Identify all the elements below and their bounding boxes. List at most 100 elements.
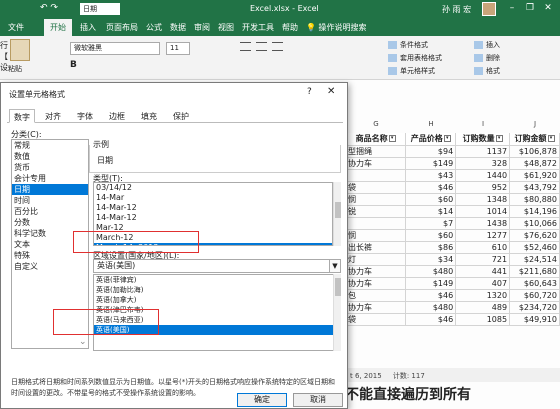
type-item[interactable]: 14-Mar-12 [94,213,332,223]
category-item[interactable]: 货币 [12,162,88,173]
category-item[interactable]: 常规 [12,140,88,151]
quick-access-icons[interactable]: ↶ ↷ [40,3,58,13]
header-cell[interactable]: 商品名称 ▾ [346,133,407,146]
tab-alignment[interactable]: 对齐 [41,109,65,123]
table-cell[interactable]: $234,720 [509,301,560,314]
table-cell[interactable]: $149 [405,277,457,290]
tab-insert[interactable]: 插入 [80,22,96,33]
tab-help[interactable]: 帮助 [282,22,298,33]
chevron-down-icon[interactable]: ▼ [329,260,340,272]
help-button[interactable]: ? [307,87,312,97]
ok-button[interactable]: 确定 [237,393,287,407]
align-left-icon[interactable] [240,42,251,51]
table-cell[interactable]: $61,920 [509,169,560,182]
header-cell[interactable]: 订购数量 ▾ [455,133,511,146]
table-cell[interactable]: $49,910 [509,313,560,326]
table-cell[interactable]: 包 [346,289,407,302]
type-item[interactable]: 03/14/12 [94,183,332,193]
table-cell[interactable]: $46 [405,313,457,326]
table-cell[interactable]: $52,460 [509,241,560,254]
table-cell[interactable]: 1320 [455,289,511,302]
table-cell[interactable]: $14,196 [509,205,560,218]
locale-item[interactable]: 英语(加勒比海) [94,285,340,295]
table-cell[interactable]: 952 [455,181,511,194]
table-cell[interactable] [346,169,407,182]
table-cell[interactable]: $43 [405,169,457,182]
align-right-icon[interactable] [272,42,283,51]
table-cell[interactable]: $480 [405,265,457,278]
table-cell[interactable]: $76,620 [509,229,560,242]
tab-fill[interactable]: 填充 [137,109,161,123]
locale-select[interactable]: 英语(美国) ▼ [93,259,341,273]
tab-page-layout[interactable]: 页面布局 [106,22,138,33]
category-item[interactable]: 会计专用 [12,173,88,184]
tab-font[interactable]: 字体 [73,109,97,123]
table-cell[interactable]: 1348 [455,193,511,206]
bold-button[interactable]: B [70,60,77,70]
table-cell[interactable]: 1137 [455,145,511,158]
font-size-select[interactable]: 11 [166,42,190,55]
table-cell[interactable]: $106,878 [509,145,560,158]
table-cell[interactable]: 灯 [346,253,407,266]
table-cell[interactable]: 721 [455,253,511,266]
tab-number[interactable]: 数字 [9,109,35,123]
table-cell[interactable]: $211,680 [509,265,560,278]
tab-file[interactable]: 文件 [8,22,24,33]
table-cell[interactable]: 1438 [455,217,511,230]
table-cell[interactable]: $46 [405,181,457,194]
tab-protection[interactable]: 保护 [169,109,193,123]
restore-button[interactable]: ❐ [524,3,536,13]
table-cell[interactable]: $86 [405,241,457,254]
user-name[interactable]: 孙 雨 宏 [442,4,471,15]
table-cell[interactable]: 悯 [346,229,407,242]
delete-cells-button[interactable]: 删除 [474,53,500,63]
table-cell[interactable]: 1277 [455,229,511,242]
table-cell[interactable]: 协力车 [346,265,407,278]
category-item[interactable]: 百分比 [12,206,88,217]
type-list-scrollbar[interactable] [333,182,341,246]
conditional-format-button[interactable]: 条件格式 [388,40,428,50]
paste-button-label[interactable]: 粘贴 [8,64,22,74]
table-cell[interactable]: 锐 [346,205,407,218]
column-letter-i[interactable]: I [456,120,510,133]
table-cell[interactable]: 1014 [455,205,511,218]
avatar[interactable] [482,2,496,16]
locale-item[interactable]: 英语(菲律宾) [94,275,340,285]
table-cell[interactable]: $60 [405,193,457,206]
close-window-button[interactable]: ✕ [542,3,554,13]
table-cell[interactable]: $14 [405,205,457,218]
dialog-close-button[interactable]: ✕ [327,86,335,97]
table-cell[interactable]: $60 [405,229,457,242]
table-format-button[interactable]: 套用表格格式 [388,53,442,63]
tell-me-search[interactable]: 💡 操作说明搜索 [306,22,367,33]
font-combo-box[interactable]: 日期 [80,3,120,15]
table-cell[interactable]: $24,514 [509,253,560,266]
table-cell[interactable]: 489 [455,301,511,314]
table-cell[interactable] [346,217,407,230]
minimize-button[interactable]: – [506,3,518,13]
table-cell[interactable]: $7 [405,217,457,230]
column-letter-h[interactable]: H [406,120,456,133]
table-cell[interactable]: 协力车 [346,277,407,290]
table-cell[interactable]: 407 [455,277,511,290]
table-cell[interactable]: $60,720 [509,289,560,302]
scrollbar-thumb[interactable] [335,202,341,218]
tab-view[interactable]: 视图 [218,22,234,33]
table-cell[interactable]: $149 [405,157,457,170]
table-cell[interactable]: $43,792 [509,181,560,194]
table-cell[interactable]: $46 [405,289,457,302]
table-cell[interactable]: $94 [405,145,457,158]
category-item[interactable]: 数值 [12,151,88,162]
table-cell[interactable]: $48,872 [509,157,560,170]
category-item[interactable]: 时间 [12,195,88,206]
tab-data[interactable]: 数据 [170,22,186,33]
paste-icon[interactable] [10,39,30,61]
table-cell[interactable]: 出长裤 [346,241,407,254]
table-cell[interactable]: 协力车 [346,301,407,314]
tab-home[interactable]: 开始 [44,19,72,36]
locale-item[interactable]: 英语(加拿大) [94,295,340,305]
column-letter-j[interactable]: J [510,120,560,133]
insert-cells-button[interactable]: 插入 [474,40,500,50]
table-cell[interactable]: 袋 [346,313,407,326]
cell-styles-button[interactable]: 单元格样式 [388,66,435,76]
